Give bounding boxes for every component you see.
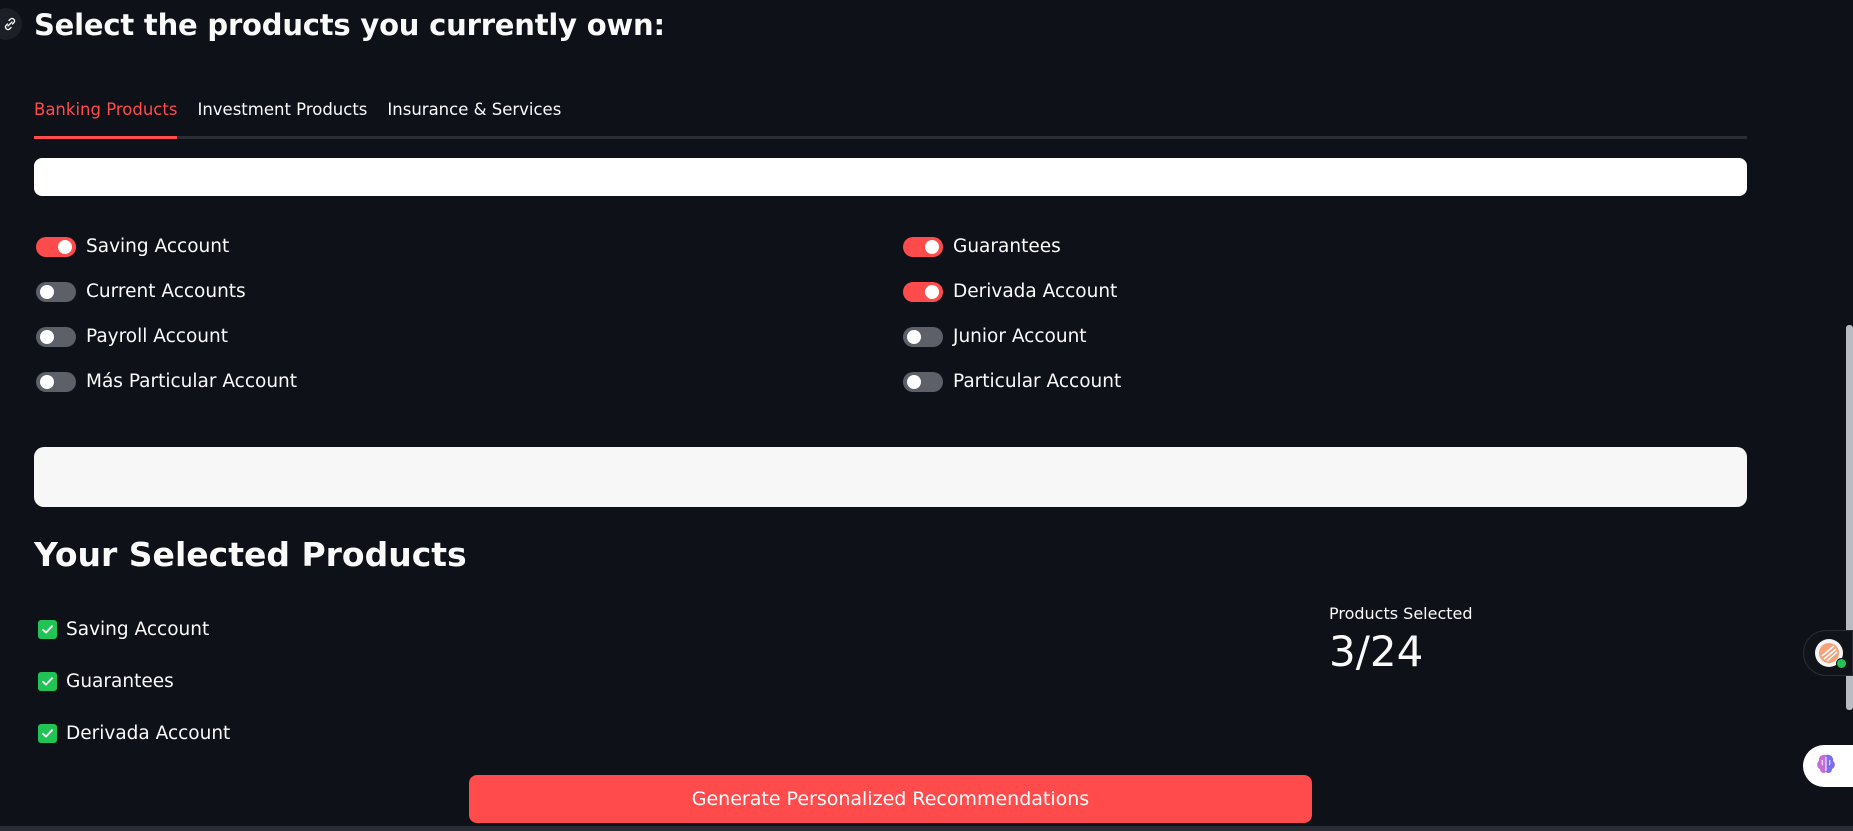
list-item: Derivada Account: [38, 707, 230, 759]
assistant-avatar-button[interactable]: [1803, 630, 1853, 676]
online-status-icon: [1836, 658, 1847, 669]
products-selected-metric: Products Selected 3/24: [1329, 604, 1473, 676]
metric-value: 3/24: [1329, 627, 1424, 676]
toggle-switch[interactable]: [903, 326, 943, 347]
toggle-switch[interactable]: [36, 236, 76, 257]
toggle-switch[interactable]: [36, 281, 76, 302]
assistant-avatar-icon: [1814, 638, 1847, 669]
list-item-label: Derivada Account: [66, 722, 231, 744]
toggle-mas-particular-account[interactable]: Más Particular Account: [36, 355, 297, 408]
toggle-label: Saving Account: [86, 236, 230, 257]
list-item: Guarantees: [38, 655, 230, 707]
brain-icon: [1813, 751, 1839, 781]
info-box: [34, 447, 1747, 507]
bottom-divider: [0, 826, 1853, 831]
check-icon: [38, 619, 57, 639]
page-title: Select the products you currently own:: [34, 8, 665, 42]
tab-banking-products[interactable]: Banking Products: [34, 96, 178, 139]
selected-products-list: Saving Account Guarantees Derivada Accou…: [38, 603, 230, 759]
toggle-label: Derivada Account: [953, 281, 1118, 302]
toggle-particular-account[interactable]: Particular Account: [903, 355, 1121, 408]
tab-insurance-services[interactable]: Insurance & Services: [387, 96, 561, 136]
brain-button[interactable]: [1803, 745, 1853, 787]
toggle-column-right: Guarantees Derivada Account Junior Accou…: [903, 220, 1121, 408]
toggle-label: Guarantees: [953, 236, 1061, 257]
info-banner: [34, 158, 1747, 196]
metric-label: Products Selected: [1329, 604, 1473, 623]
toggle-label: Particular Account: [953, 371, 1122, 392]
list-item: Saving Account: [38, 603, 230, 655]
toggle-label: Payroll Account: [86, 326, 228, 347]
check-icon: [38, 723, 57, 743]
toggle-switch[interactable]: [903, 371, 943, 392]
toggle-switch[interactable]: [903, 281, 943, 302]
generate-recommendations-button[interactable]: Generate Personalized Recommendations: [469, 775, 1312, 823]
toggle-column-left: Saving Account Current Accounts Payroll …: [36, 220, 297, 408]
selected-products-title: Your Selected Products: [34, 535, 467, 574]
list-item-label: Saving Account: [66, 618, 210, 640]
toggle-switch[interactable]: [903, 236, 943, 257]
toggle-label: Más Particular Account: [86, 371, 298, 392]
tab-investment-products[interactable]: Investment Products: [197, 96, 367, 136]
toggle-switch[interactable]: [36, 326, 76, 347]
toggle-label: Junior Account: [953, 326, 1087, 347]
list-item-label: Guarantees: [66, 670, 174, 692]
toggle-switch[interactable]: [36, 371, 76, 392]
check-icon: [38, 671, 57, 691]
toggle-label: Current Accounts: [86, 281, 246, 302]
product-tabs: Banking Products Investment Products Ins…: [34, 96, 1747, 139]
link-icon[interactable]: [0, 8, 22, 40]
